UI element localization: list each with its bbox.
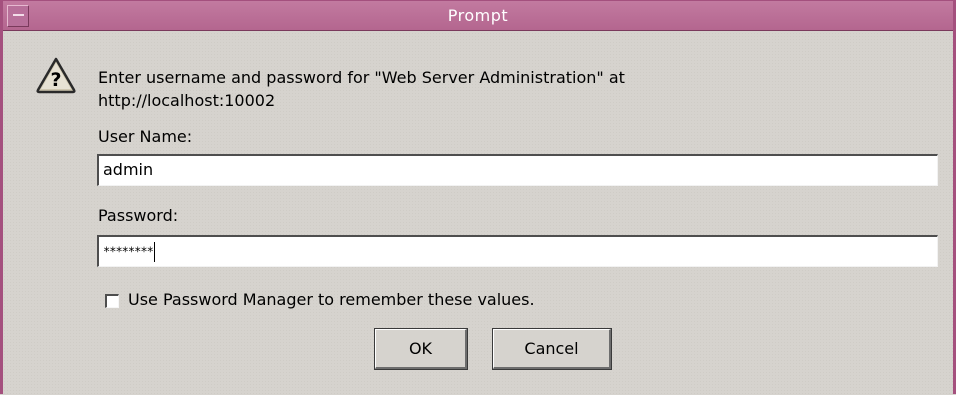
window-title: Prompt — [447, 6, 509, 25]
dialog-content: ? Enter username and password for "Web S… — [3, 32, 953, 395]
titlebar[interactable]: Prompt — [3, 1, 953, 31]
prompt-dialog-window: Prompt ? Enter username and password for… — [0, 0, 956, 395]
prompt-message: Enter username and password for "Web Ser… — [98, 66, 625, 112]
cancel-button[interactable]: Cancel — [492, 328, 612, 370]
question-icon: ? — [36, 57, 76, 94]
password-field[interactable]: ******** — [97, 235, 938, 267]
username-field[interactable]: admin — [97, 154, 938, 186]
prompt-message-line2: http://localhost:10002 — [98, 91, 276, 110]
remember-checkbox-label[interactable]: Use Password Manager to remember these v… — [128, 290, 535, 309]
ok-button[interactable]: OK — [374, 328, 468, 370]
text-cursor — [153, 241, 155, 262]
prompt-message-line1: Enter username and password for "Web Ser… — [98, 68, 625, 87]
svg-text:?: ? — [50, 69, 61, 91]
password-label: Password: — [98, 206, 179, 225]
username-value: admin — [103, 160, 154, 179]
password-value: ******** — [103, 244, 154, 259]
remember-checkbox[interactable] — [105, 294, 119, 308]
username-label: User Name: — [98, 127, 193, 146]
